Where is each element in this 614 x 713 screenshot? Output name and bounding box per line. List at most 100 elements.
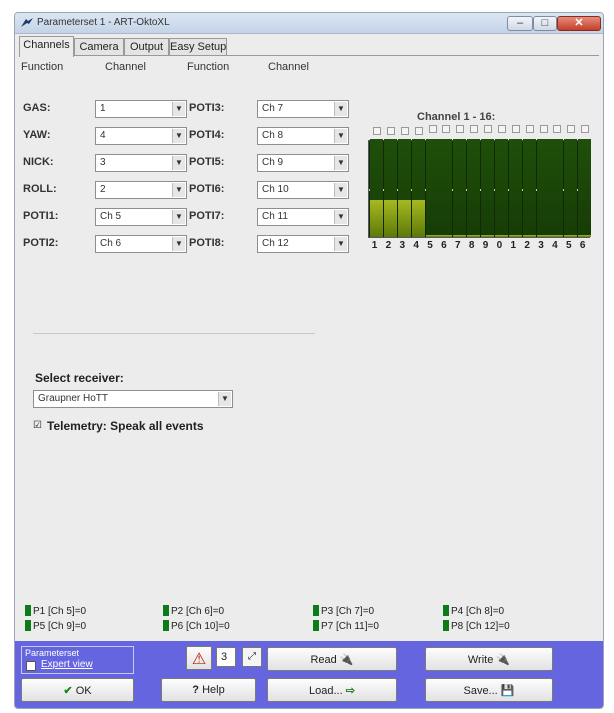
warning-button[interactable]: ⚠ [186,646,212,670]
telemetry-checkbox[interactable]: ☑ [33,421,42,431]
resize-icon[interactable]: ⤢ [242,647,262,667]
channel-indicator-13 [539,125,548,133]
maximize-button[interactable]: □ [533,16,557,31]
channel-bar-16 [578,139,592,237]
close-icon: ✕ [574,17,584,29]
poti3-channel-select[interactable]: Ch 7 ▼ [257,100,349,118]
label-poti8: POTI8: [189,237,225,249]
poti8-channel-select[interactable]: Ch 12 ▼ [257,235,349,253]
channel-bar-label-3: 3 [399,240,406,251]
help-button[interactable]: ? Help [161,678,256,702]
label-poti5: POTI5: [189,156,225,168]
poti-status-2: P2 [Ch 6]=0 [163,605,224,617]
combo-value: Ch 10 [262,184,289,195]
save-icon: 💾 [500,685,515,697]
tab-channels[interactable]: Channels [19,36,74,57]
channel-bar-level-5 [425,235,439,237]
channel-bar-label-9: 9 [482,240,489,251]
telemetry-label: Telemetry: Speak all events [47,419,204,433]
chevron-down-icon: ▼ [172,156,185,170]
led-icon [25,605,31,616]
expert-view-label[interactable]: Expert view [41,659,93,670]
channel-bar-level-9 [481,235,494,237]
load-button[interactable]: Load... ⇨ [267,678,397,702]
tab-output[interactable]: Output [124,38,169,56]
combo-value: 2 [100,184,106,195]
app-icon [21,18,33,27]
channel-bar-12 [522,139,536,237]
channel-bar-label-6: 6 [441,240,447,251]
poti4-channel-select[interactable]: Ch 8 ▼ [257,127,349,145]
channel-indicator-12 [525,125,534,133]
channel-indicator-5 [428,125,437,133]
select-receiver-label: Select receiver: [35,371,124,385]
chevron-down-icon: ▼ [172,183,185,197]
receiver-select[interactable]: Graupner HoTT ▼ [33,390,233,408]
poti1-channel-select[interactable]: Ch 5 ▼ [95,208,187,226]
warning-icon: ⚠ [191,651,207,668]
read-button[interactable]: Read 🔌 [267,647,397,671]
label-poti4: POTI4: [189,129,225,141]
yaw-channel-select[interactable]: 4 ▼ [95,127,187,145]
roll-channel-select[interactable]: 2 ▼ [95,181,187,199]
channel-bar-level-12 [522,235,536,237]
poti2-channel-select[interactable]: Ch 6 ▼ [95,235,187,253]
combo-value: Ch 11 [262,211,288,222]
channel-bar-label-10: 0 [496,240,503,251]
channel-bar-level-3 [397,200,411,237]
channel-bar-label-4: 4 [413,240,419,251]
combo-value: Ch 8 [262,130,284,141]
close-button[interactable]: ✕ [557,16,601,31]
gas-channel-select[interactable]: 1 ▼ [95,100,187,118]
channel-bar-level-10 [494,235,508,237]
channel-bar-14 [550,139,564,237]
chevron-down-icon: ▼ [172,210,185,224]
channel-bar-7 [453,139,467,237]
combo-value: Ch 12 [262,238,289,249]
minimize-icon: – [516,17,524,29]
save-button[interactable]: Save... 💾 [425,678,553,702]
label-roll: ROLL: [23,183,57,195]
channel-bar-label-2: 2 [385,240,392,251]
label-poti6: POTI6: [189,183,225,195]
maximize-icon: □ [541,17,549,29]
channel-indicator-2 [386,127,395,135]
plug-icon: 🔌 [339,654,354,666]
nick-channel-select[interactable]: 3 ▼ [95,154,187,172]
led-icon [313,605,319,616]
combo-value: Ch 9 [262,157,284,168]
column-header-function: Function [21,61,64,73]
chevron-down-icon: ▼ [334,183,347,197]
channel-indicator-7 [456,125,465,133]
channel-indicator-8 [470,125,479,133]
chevron-down-icon: ▼ [218,392,231,406]
parameterset-number-field[interactable]: 3 [216,647,236,667]
channel-bar-8 [467,139,481,237]
load-icon: ⇨ [345,685,355,697]
poti-status-1: P1 [Ch 5]=0 [25,605,86,617]
parameterset-group-title: Parameterset [25,648,80,658]
poti5-channel-select[interactable]: Ch 9 ▼ [257,154,349,172]
combo-value: Graupner HoTT [38,393,109,404]
title-bar[interactable]: Parameterset 1 - ART-OktoXL – □ ✕ [15,13,603,34]
combo-value: Ch 6 [100,238,122,249]
tab-panel-border [19,55,599,56]
channel-indicator-11 [511,125,520,133]
tab-easy-setup[interactable]: Easy Setup [169,38,227,56]
chevron-down-icon: ▼ [172,237,185,251]
channel-bar-label-11: 1 [510,240,517,251]
channel-bar-9 [481,139,494,237]
channel-bar-6 [439,139,453,237]
tab-camera[interactable]: Camera [74,38,124,56]
poti7-channel-select[interactable]: Ch 11 ▼ [257,208,349,226]
combo-value: 4 [100,130,106,141]
help-icon: ? [192,684,200,696]
poti6-channel-select[interactable]: Ch 10 ▼ [257,181,349,199]
expert-view-checkbox[interactable] [26,661,36,671]
chevron-down-icon: ▼ [334,129,347,143]
minimize-button[interactable]: – [507,16,533,31]
window-title: Parameterset 1 - ART-OktoXL [37,17,170,28]
ok-button[interactable]: ✔ OK [21,678,134,702]
channel-bar-label-5: 5 [427,240,433,251]
write-button[interactable]: Write 🔌 [425,647,553,671]
